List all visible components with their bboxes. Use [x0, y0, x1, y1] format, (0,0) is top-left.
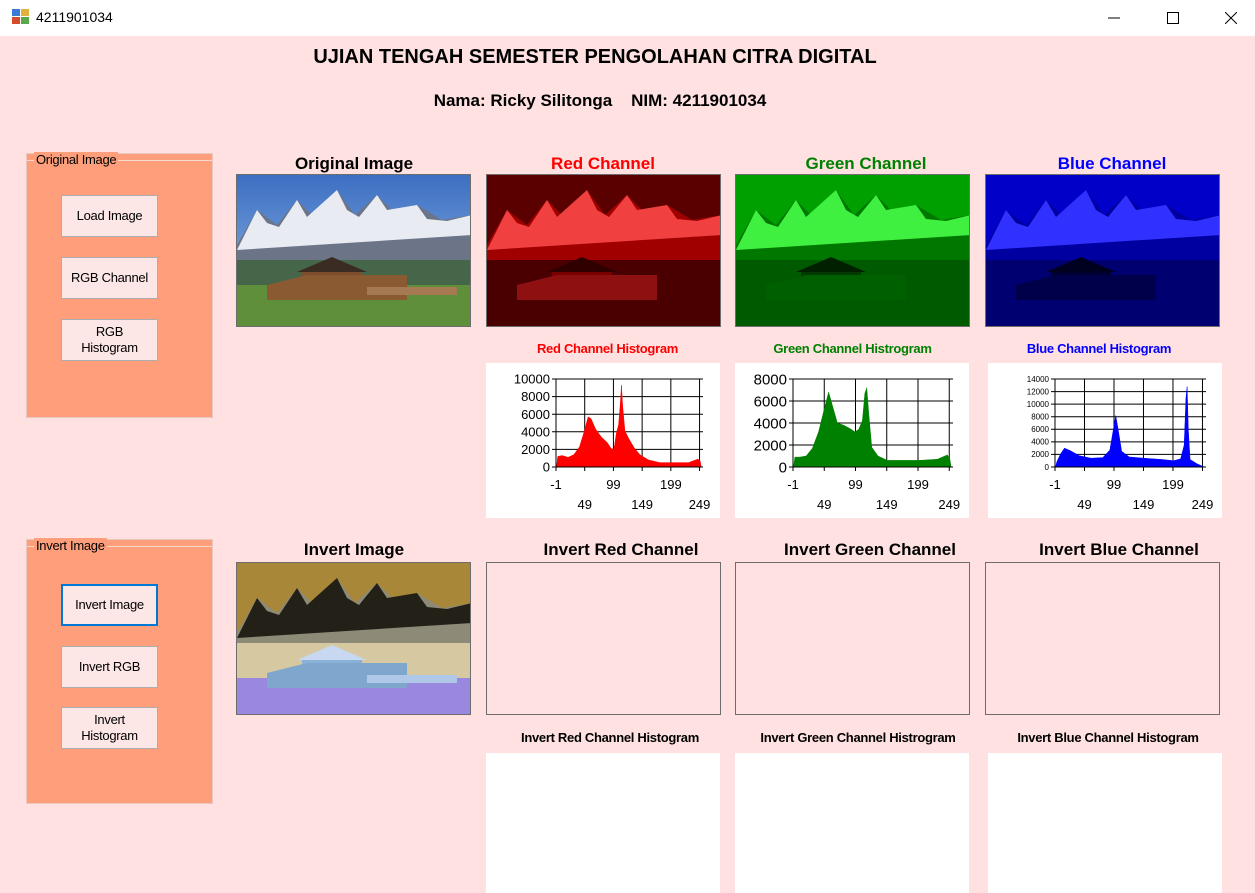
invert-blue-histogram-title: Invert Blue Channel Histogram	[1017, 730, 1199, 745]
invert-image-title: Invert Image	[303, 540, 405, 559]
app-icon	[12, 9, 29, 24]
original-image-group: Original Image Load Image RGB Channel RG…	[26, 152, 213, 418]
invert-blue-histogram-chart	[988, 753, 1222, 893]
y-tick-label: 2000	[521, 442, 550, 457]
x-tick-label: -1	[550, 477, 562, 492]
histogram-area	[793, 387, 952, 468]
invert-green-histogram-chart	[735, 753, 969, 893]
y-tick-label: 2000	[1031, 450, 1049, 459]
original-image-title: Original Image	[294, 154, 414, 173]
invert-red-histogram-chart	[486, 753, 720, 893]
page-title: UJIAN TENGAH SEMESTER PENGOLAHAN CITRA D…	[313, 46, 877, 68]
green-histogram-chart: 8000 6000 4000 2000 0 -1 99 199 49 149 249	[735, 363, 969, 518]
invert-image-button[interactable]: Invert Image	[61, 584, 158, 626]
green-histogram-title: Green Channel Histrogram	[773, 341, 932, 356]
x-tick-label: 149	[1133, 497, 1155, 512]
invert-image-picture	[236, 562, 471, 715]
x-tick-label: 249	[938, 497, 960, 512]
blue-channel-title: Blue Channel	[1057, 154, 1167, 173]
minimize-button[interactable]	[1085, 0, 1143, 36]
y-tick-label: 4000	[1031, 438, 1049, 447]
invert-histogram-button[interactable]: Invert Histogram	[61, 707, 158, 749]
window-title: 4211901034	[36, 9, 113, 25]
red-histogram-chart: 10000 8000 6000 4000 2000 0 -1 99 199 49 149 249	[486, 363, 720, 518]
invert-blue-channel-title: Invert Blue Channel	[1039, 540, 1199, 559]
x-tick-label: 199	[907, 477, 929, 492]
maximize-icon	[1167, 12, 1179, 24]
x-tick-label: 199	[1162, 477, 1184, 492]
y-tick-label: 10000	[1027, 400, 1050, 409]
green-channel-picture	[735, 174, 970, 327]
y-tick-label: 6000	[754, 393, 787, 410]
invert-red-channel-picture	[486, 562, 721, 715]
window-title-bar[interactable]: 4211901034	[0, 0, 1255, 36]
invert-green-channel-picture	[735, 562, 970, 715]
x-tick-label: 149	[876, 497, 898, 512]
x-tick-label: 249	[1192, 497, 1214, 512]
invert-blue-channel-picture	[985, 562, 1220, 715]
x-tick-label: 49	[1077, 497, 1091, 512]
x-tick-label: 149	[631, 497, 653, 512]
x-tick-label: 249	[689, 497, 711, 512]
y-tick-label: 8000	[754, 371, 787, 388]
green-channel-title: Green Channel	[805, 154, 927, 173]
original-image-picture	[236, 174, 471, 327]
invert-rgb-button[interactable]: Invert RGB	[61, 646, 158, 688]
x-tick-label: -1	[787, 477, 799, 492]
y-tick-label: 2000	[754, 437, 787, 454]
blue-channel-picture	[985, 174, 1220, 327]
y-tick-label: 12000	[1027, 387, 1050, 396]
red-channel-picture	[486, 174, 721, 327]
blue-histogram-title: Blue Channel Histogram	[1026, 341, 1172, 356]
rgb-channel-button[interactable]: RGB Channel	[61, 257, 158, 299]
histogram-area	[1055, 386, 1205, 468]
close-button[interactable]	[1202, 0, 1255, 36]
invert-red-histogram-title: Invert Red Channel Histogram	[521, 730, 699, 745]
invert-group-label: Invert Image	[34, 538, 107, 553]
y-tick-label: 14000	[1027, 375, 1050, 384]
invert-green-channel-title: Invert Green Channel	[784, 540, 956, 559]
y-tick-label: 4000	[521, 424, 550, 439]
histogram-area	[556, 385, 702, 468]
original-group-label: Original Image	[34, 152, 119, 167]
invert-red-channel-title: Invert Red Channel	[543, 540, 699, 559]
x-tick-label: 199	[660, 477, 682, 492]
x-tick-label: 49	[817, 497, 831, 512]
close-icon	[1225, 12, 1237, 24]
load-image-button[interactable]: Load Image	[61, 195, 158, 237]
rgb-histogram-button[interactable]: RGB Histogram	[61, 319, 158, 361]
red-histogram-svg: 10000 8000 6000 4000 2000 0-1 99 199 49 149 249	[514, 372, 711, 512]
x-tick-label: 49	[577, 497, 591, 512]
y-tick-label: 8000	[1031, 413, 1049, 422]
blue-histogram-chart: 14000 12000 10000 8000 6000 4000 2000 0 -1 99 199 4…	[988, 363, 1222, 518]
y-tick-label: 0	[543, 460, 550, 475]
blue-histogram-svg: 14000 12000 10000 8000 6000 4000 2000 0 -1 99 199 4…	[1027, 375, 1214, 512]
x-tick-label: 99	[848, 477, 862, 492]
y-tick-label: 6000	[521, 407, 550, 422]
y-tick-label: 4000	[754, 415, 787, 432]
maximize-button[interactable]	[1144, 0, 1202, 36]
x-tick-label: -1	[1049, 477, 1061, 492]
green-histogram-svg: 8000 6000 4000 2000 0-1 99 199 49 149 249	[754, 371, 960, 512]
y-tick-label: 0	[1045, 463, 1050, 472]
student-info: Nama: Ricky Silitonga NIM: 4211901034	[433, 91, 767, 110]
y-tick-label: 0	[779, 459, 787, 476]
y-tick-label: 6000	[1031, 425, 1049, 434]
x-tick-label: 99	[606, 477, 620, 492]
minimize-icon	[1108, 17, 1120, 19]
invert-green-histogram-title: Invert Green Channel Histrogram	[760, 730, 956, 745]
y-tick-label: 10000	[514, 372, 550, 387]
y-tick-label: 8000	[521, 389, 550, 404]
invert-image-group: Invert Image Invert Image Invert RGB Inv…	[26, 538, 213, 804]
red-histogram-title: Red Channel Histogram	[536, 341, 679, 356]
red-channel-title: Red Channel	[551, 154, 655, 173]
x-tick-label: 99	[1107, 477, 1121, 492]
